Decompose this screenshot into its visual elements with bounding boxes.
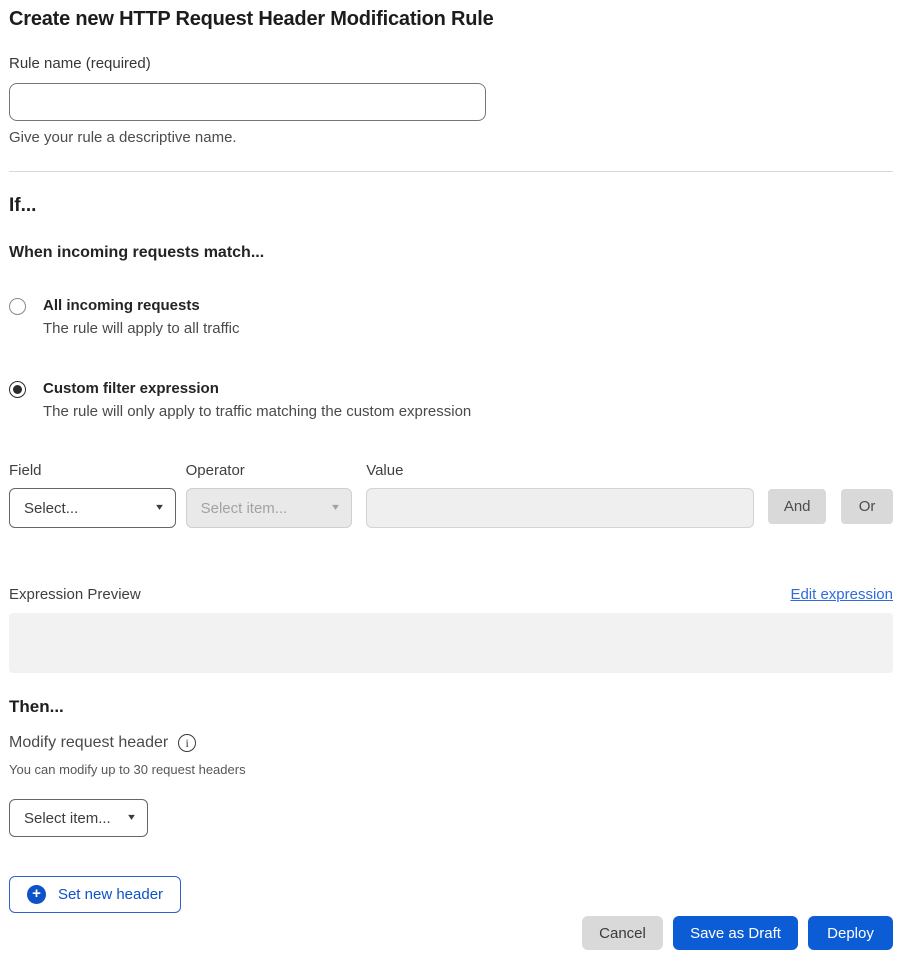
expression-builder-row: Field Select... ▾ Operator Select item..… [9, 462, 893, 528]
radio-option-body: All incoming requests The rule will appl… [43, 297, 239, 337]
expression-preview-label: Expression Preview [9, 586, 141, 603]
and-button[interactable]: And [768, 489, 826, 524]
then-heading: Then... [9, 697, 893, 717]
radio-button-selected[interactable] [9, 381, 26, 398]
radio-option-description: The rule will apply to all traffic [43, 320, 239, 337]
cancel-button[interactable]: Cancel [582, 916, 663, 950]
radio-option-label: Custom filter expression [43, 380, 471, 397]
save-as-draft-button[interactable]: Save as Draft [673, 916, 798, 950]
modify-request-header-label: Modify request header [9, 734, 168, 752]
if-heading: If... [9, 195, 893, 217]
value-input[interactable] [366, 488, 754, 528]
header-item-select[interactable]: Select item... ▾ [9, 799, 148, 837]
radio-option-label: All incoming requests [43, 297, 239, 314]
value-column: Value [366, 462, 754, 528]
plus-circle-icon: + [27, 885, 46, 904]
footer-action-bar: Cancel Save as Draft Deploy [9, 916, 893, 950]
modify-header-row: Modify request header i [9, 734, 893, 752]
operator-select-value: Select item... [201, 500, 288, 517]
operator-label: Operator [186, 462, 353, 479]
operator-select[interactable]: Select item... ▾ [186, 488, 353, 528]
chevron-down-icon: ▾ [156, 503, 163, 513]
set-new-header-label: Set new header [58, 886, 163, 903]
rule-name-label: Rule name (required) [9, 55, 893, 72]
field-select[interactable]: Select... ▾ [9, 488, 176, 528]
value-label: Value [366, 462, 754, 479]
radio-button-unselected[interactable] [9, 298, 26, 315]
section-divider [9, 171, 893, 172]
field-column: Field Select... ▾ [9, 462, 176, 528]
radio-option-all-requests[interactable]: All incoming requests The rule will appl… [9, 297, 893, 337]
set-new-header-button[interactable]: + Set new header [9, 876, 181, 913]
info-icon[interactable]: i [178, 734, 196, 752]
radio-option-custom-expression[interactable]: Custom filter expression The rule will o… [9, 380, 893, 420]
when-subheading: When incoming requests match... [9, 244, 893, 262]
radio-option-body: Custom filter expression The rule will o… [43, 380, 471, 420]
operator-column: Operator Select item... ▾ [186, 462, 353, 528]
or-button[interactable]: Or [841, 489, 893, 524]
chevron-down-icon: ▾ [332, 503, 339, 513]
header-item-select-value: Select item... [24, 810, 111, 827]
rule-name-input[interactable] [9, 83, 486, 121]
field-select-value: Select... [24, 500, 78, 517]
expression-preview-box [9, 613, 893, 673]
modify-header-hint: You can modify up to 30 request headers [9, 762, 893, 777]
chevron-down-icon: ▾ [128, 813, 135, 823]
expression-preview-header: Expression Preview Edit expression [9, 586, 893, 603]
field-label: Field [9, 462, 176, 479]
rule-name-helper: Give your rule a descriptive name. [9, 129, 893, 146]
page-title: Create new HTTP Request Header Modificat… [9, 8, 893, 31]
create-rule-form: Create new HTTP Request Header Modificat… [9, 8, 893, 950]
radio-option-description: The rule will only apply to traffic matc… [43, 403, 471, 420]
edit-expression-link[interactable]: Edit expression [790, 586, 893, 603]
deploy-button[interactable]: Deploy [808, 916, 893, 950]
